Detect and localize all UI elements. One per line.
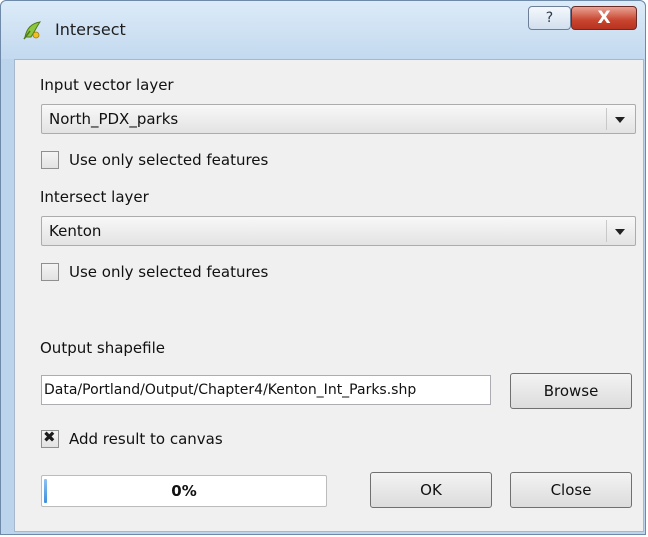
progress-text: 0% bbox=[171, 482, 197, 500]
combo-separator bbox=[606, 108, 607, 130]
add-to-canvas-label[interactable]: Add result to canvas bbox=[69, 430, 223, 448]
output-path-field[interactable] bbox=[41, 375, 491, 405]
add-to-canvas-checkbox[interactable]: ✖ bbox=[41, 428, 59, 448]
qgis-logo-icon bbox=[23, 21, 42, 40]
input-use-selected-checkbox[interactable] bbox=[41, 151, 59, 169]
title-bar[interactable]: Intersect ? X bbox=[1, 1, 645, 59]
checkmark-icon: ✖ bbox=[43, 428, 56, 446]
input-use-selected-label[interactable]: Use only selected features bbox=[69, 151, 268, 169]
output-shapefile-label: Output shapefile bbox=[40, 339, 165, 357]
close-button[interactable]: Close bbox=[510, 472, 632, 508]
ok-button[interactable]: OK bbox=[370, 472, 492, 508]
input-layer-label: Input vector layer bbox=[40, 76, 174, 94]
progress-bar: 0% bbox=[41, 475, 327, 507]
output-path-input[interactable] bbox=[42, 376, 490, 404]
dialog-body: Input vector layer North_PDX_parks Use o… bbox=[14, 59, 644, 532]
input-layer-value: North_PDX_parks bbox=[49, 110, 179, 128]
intersect-layer-label: Intersect layer bbox=[40, 188, 149, 206]
chevron-down-icon[interactable] bbox=[615, 117, 625, 123]
combo-separator bbox=[606, 220, 607, 242]
intersect-layer-value: Kenton bbox=[49, 222, 102, 240]
help-icon: ? bbox=[545, 10, 554, 26]
close-icon: X bbox=[597, 8, 611, 28]
intersect-use-selected-checkbox[interactable] bbox=[41, 263, 59, 281]
intersect-dialog: Intersect ? X Input vector layer North_P… bbox=[0, 0, 646, 535]
help-button[interactable]: ? bbox=[528, 6, 571, 30]
window-title: Intersect bbox=[55, 20, 126, 39]
input-layer-combo[interactable]: North_PDX_parks bbox=[41, 104, 636, 134]
browse-button[interactable]: Browse bbox=[510, 373, 632, 409]
chevron-down-icon[interactable] bbox=[615, 229, 625, 235]
intersect-layer-combo[interactable]: Kenton bbox=[41, 216, 636, 246]
window-close-button[interactable]: X bbox=[571, 6, 637, 30]
intersect-use-selected-label[interactable]: Use only selected features bbox=[69, 263, 268, 281]
